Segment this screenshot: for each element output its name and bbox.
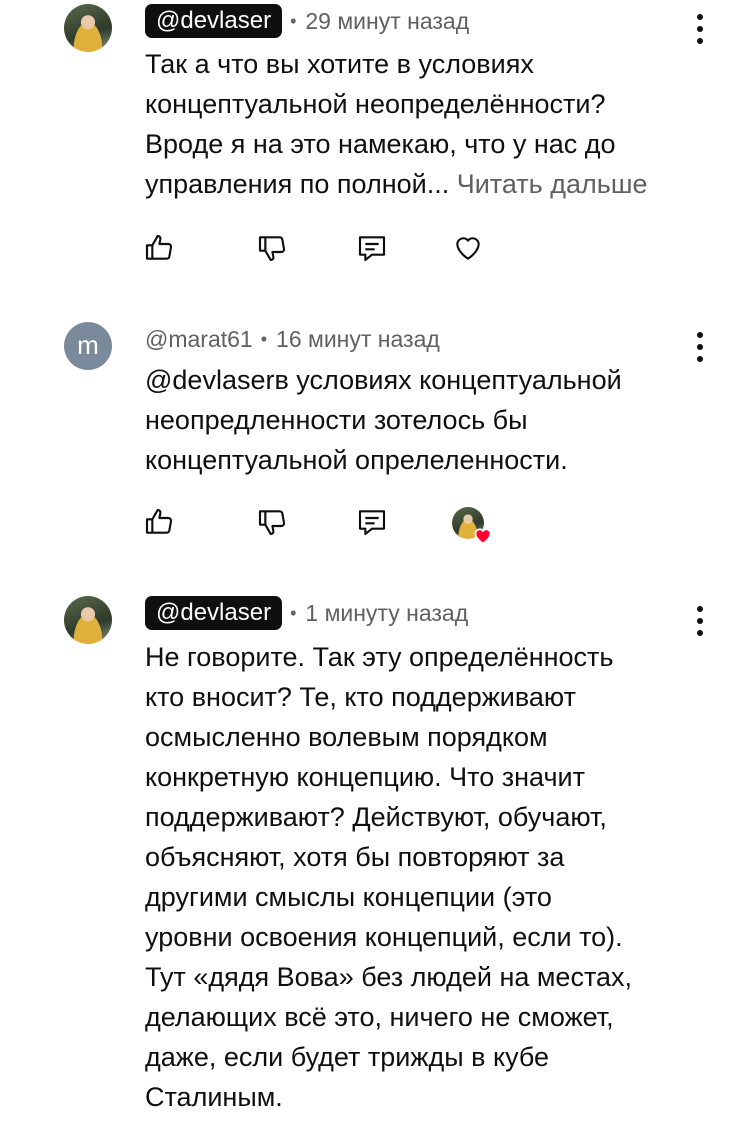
separator: • [290,602,297,623]
comment-text: Не говорите. Так эту определённость кто … [145,637,715,1117]
reply-icon[interactable] [356,232,388,264]
comment-line: делающих всё это, ничего не сможет, [145,1002,614,1032]
read-more-link[interactable]: Читать дальше [457,169,648,199]
thumbs-down-icon[interactable] [256,232,288,264]
thumbs-up-icon[interactable] [143,232,175,264]
more-vertical-icon[interactable] [690,14,710,44]
comment-line: концептуальной опрелеленности. [145,445,568,475]
comment-line: Вроде я на это намекаю, что у нас до [145,129,616,159]
heart-icon [474,528,492,545]
comment-line: даже, если будет трижды в кубе [145,1042,550,1072]
comment-actions [0,232,750,268]
comment-line: конкретную концепцию. Что значит [145,762,585,792]
comment-meta: @marat61 • 16 минут назад [145,322,440,356]
comment-line: Так а что вы хотите в условиях [145,49,534,79]
comment-line: Не говорите. Так эту определённость [145,642,614,672]
thumbs-up-icon[interactable] [143,506,175,538]
comment-text: Так а что вы хотите в условиях концептуа… [145,44,715,204]
comment-line: уровни освоения концепций, если то). [145,922,623,952]
author-handle[interactable]: @marat61 [145,322,253,356]
avatar-letter: m [77,330,99,360]
reply-icon[interactable] [356,506,388,538]
comment-line: кто вносит? Те, кто поддерживают [145,682,576,712]
author-handle[interactable]: @devlaser [145,4,283,38]
comment-line: Тут «дядя Вова» без людей на местах, [145,962,633,992]
comment-line: другими смыслы концепции (это [145,882,552,912]
comment-line: @devlaserв условиях концептуальной [145,365,622,395]
more-vertical-icon[interactable] [690,332,710,362]
avatar[interactable]: m [64,322,112,370]
comment-line: поддерживают? Действуют, обучают, [145,802,607,832]
avatar[interactable] [64,596,112,644]
comment-line: Сталиным. [145,1082,283,1112]
comment-meta: @devlaser • 1 минуту назад [145,596,468,630]
comment-line: осмысленно волевым порядком [145,722,548,752]
more-vertical-icon[interactable] [690,606,710,636]
avatar[interactable] [64,4,112,52]
separator: • [290,10,297,31]
comment-line: управления по полной... Читать дальше [145,164,715,204]
comment-actions [0,506,750,545]
comment-line: неопредленности зотелось бы [145,405,528,435]
timestamp: 1 минуту назад [305,599,469,626]
comment-meta: @devlaser • 29 минут назад [145,4,469,38]
timestamp: 16 минут назад [276,325,440,352]
comment-line-text: управления по полной... [145,169,450,199]
heart-icon[interactable] [452,232,484,264]
comment-line: концептуальной неопределённости? [145,89,606,119]
thumbs-down-icon[interactable] [256,506,288,538]
separator: • [260,328,268,349]
author-handle[interactable]: @devlaser [145,596,283,630]
comment-line: объясняют, хотя бы повторяют за [145,842,565,872]
timestamp: 29 минут назад [305,7,470,34]
comment-text: @devlaserв условиях концептуальной неопр… [145,360,715,480]
